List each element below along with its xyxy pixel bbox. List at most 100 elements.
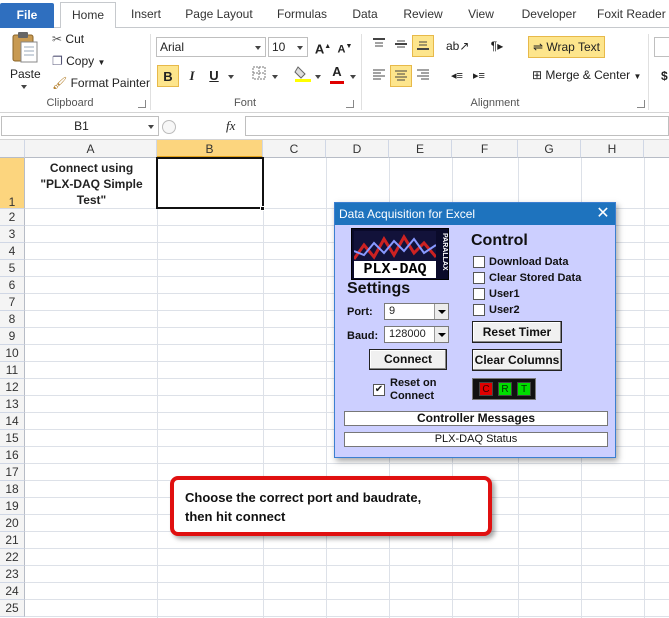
bold-button[interactable]: B bbox=[157, 65, 179, 87]
orientation-icon[interactable]: ab↗ bbox=[446, 35, 469, 57]
tab-developer[interactable]: Developer bbox=[518, 6, 580, 28]
tab-view[interactable]: View bbox=[464, 6, 498, 28]
user1-checkbox[interactable] bbox=[473, 288, 485, 300]
row-header[interactable]: 9 bbox=[0, 328, 25, 345]
align-left-icon[interactable] bbox=[368, 65, 390, 87]
clear-columns-button[interactable]: Clear Columns bbox=[472, 349, 562, 371]
format-painter-button[interactable]: 🖌 Format Painter bbox=[52, 76, 150, 90]
currency-button[interactable]: $ bbox=[661, 69, 668, 83]
insert-function-icon[interactable]: fx bbox=[226, 118, 235, 134]
column-header-h[interactable]: H bbox=[581, 140, 644, 158]
row-header[interactable]: 4 bbox=[0, 243, 25, 260]
row-header[interactable]: 22 bbox=[0, 549, 25, 566]
user2-checkbox[interactable] bbox=[473, 304, 485, 316]
text-direction-icon[interactable]: ¶▸ bbox=[486, 35, 508, 57]
row-header[interactable]: 21 bbox=[0, 532, 25, 549]
column-header-f[interactable]: F bbox=[452, 140, 518, 158]
tab-review[interactable]: Review bbox=[400, 6, 446, 28]
reset-on-connect-checkbox[interactable]: ✔ bbox=[373, 384, 385, 396]
row-header[interactable]: 10 bbox=[0, 345, 25, 362]
row-header[interactable]: 6 bbox=[0, 277, 25, 294]
fill-color-icon[interactable] bbox=[292, 63, 314, 85]
row-header[interactable]: 15 bbox=[0, 430, 25, 447]
row-header[interactable]: 14 bbox=[0, 413, 25, 430]
font-size-box[interactable]: 10 bbox=[268, 37, 308, 57]
download-data-checkbox[interactable] bbox=[473, 256, 485, 268]
decrease-indent-icon[interactable]: ◂≡ bbox=[446, 65, 468, 87]
align-right-icon[interactable] bbox=[412, 65, 434, 87]
paste-dropdown-icon[interactable] bbox=[21, 85, 27, 89]
clipboard-launcher-icon[interactable] bbox=[138, 100, 146, 108]
align-center-icon[interactable] bbox=[390, 65, 412, 87]
row-header[interactable]: 12 bbox=[0, 379, 25, 396]
shrink-font-icon[interactable]: A▼ bbox=[334, 36, 356, 58]
underline-dropdown-icon[interactable] bbox=[228, 75, 234, 79]
paste-button[interactable]: Paste bbox=[10, 67, 41, 81]
cell-a1-line: Test" bbox=[76, 193, 107, 207]
row-header[interactable]: 20 bbox=[0, 515, 25, 532]
select-all-corner[interactable] bbox=[0, 140, 25, 158]
row-header[interactable]: 5 bbox=[0, 260, 25, 277]
port-select[interactable]: 9 bbox=[384, 303, 449, 320]
row-header[interactable]: 23 bbox=[0, 566, 25, 583]
cell-b1-selected[interactable] bbox=[156, 157, 264, 209]
number-format-box[interactable] bbox=[654, 37, 669, 57]
fill-color-dropdown-icon[interactable] bbox=[315, 75, 321, 79]
grow-font-icon[interactable]: A▲ bbox=[312, 36, 334, 58]
tab-home[interactable]: Home bbox=[60, 2, 116, 29]
row-header[interactable]: 19 bbox=[0, 498, 25, 515]
tab-foxit-reader[interactable]: Foxit Reader bbox=[597, 6, 669, 28]
tab-data[interactable]: Data bbox=[347, 6, 383, 28]
row-header[interactable]: 7 bbox=[0, 294, 25, 311]
font-color-dropdown-icon[interactable] bbox=[350, 75, 356, 79]
cell-a1[interactable]: Connect using "PLX-DAQ Simple Test" bbox=[26, 159, 157, 209]
paste-icon[interactable] bbox=[8, 31, 40, 65]
column-header-c[interactable]: C bbox=[263, 140, 326, 158]
row-header[interactable]: 2 bbox=[0, 209, 25, 226]
baud-select[interactable]: 128000 bbox=[384, 326, 449, 343]
wrap-text-button[interactable]: ⇌ Wrap Text bbox=[528, 36, 605, 58]
row-header[interactable]: 16 bbox=[0, 447, 25, 464]
italic-button[interactable]: I bbox=[181, 65, 203, 87]
cut-button[interactable]: ✂ Cut bbox=[52, 32, 84, 46]
middle-align-icon[interactable] bbox=[390, 35, 412, 57]
borders-dropdown-icon[interactable] bbox=[272, 75, 278, 79]
underline-button[interactable]: U bbox=[203, 65, 225, 87]
merge-center-button[interactable]: ⊞ Merge & Center ▼ bbox=[532, 68, 641, 82]
column-header-e[interactable]: E bbox=[389, 140, 452, 158]
row-header[interactable]: 8 bbox=[0, 311, 25, 328]
clear-stored-data-checkbox[interactable] bbox=[473, 272, 485, 284]
tab-formulas[interactable]: Formulas bbox=[272, 6, 332, 28]
row-header[interactable]: 1 bbox=[0, 158, 25, 209]
row-header[interactable]: 17 bbox=[0, 464, 25, 481]
row-header[interactable]: 18 bbox=[0, 481, 25, 498]
column-header-g[interactable]: G bbox=[518, 140, 581, 158]
bottom-align-icon[interactable] bbox=[412, 35, 434, 57]
font-color-icon[interactable]: A bbox=[326, 63, 348, 85]
reset-timer-button[interactable]: Reset Timer bbox=[472, 321, 562, 343]
row-header[interactable]: 25 bbox=[0, 600, 25, 617]
increase-indent-icon[interactable]: ▸≡ bbox=[468, 65, 490, 87]
column-header-a[interactable]: A bbox=[25, 140, 157, 158]
fill-handle[interactable] bbox=[260, 206, 265, 211]
font-launcher-icon[interactable] bbox=[346, 100, 354, 108]
tab-file[interactable]: File bbox=[0, 3, 54, 28]
row-header[interactable]: 11 bbox=[0, 362, 25, 379]
formula-input[interactable] bbox=[245, 116, 669, 136]
font-name-box[interactable]: Arial bbox=[156, 37, 266, 57]
top-align-icon[interactable] bbox=[368, 35, 390, 57]
copy-button[interactable]: ❐ Copy ▼ bbox=[52, 54, 105, 68]
connect-button[interactable]: Connect bbox=[369, 349, 447, 370]
tab-page-layout[interactable]: Page Layout bbox=[183, 6, 255, 28]
column-header-d[interactable]: D bbox=[326, 140, 389, 158]
name-box[interactable]: B1 bbox=[1, 116, 159, 136]
row-header[interactable]: 24 bbox=[0, 583, 25, 600]
column-header-b[interactable]: B bbox=[157, 140, 263, 158]
alignment-launcher-icon[interactable] bbox=[637, 100, 645, 108]
port-dropdown-icon bbox=[434, 304, 448, 319]
close-icon[interactable]: ✕ bbox=[595, 206, 611, 222]
row-header[interactable]: 3 bbox=[0, 226, 25, 243]
tab-insert[interactable]: Insert bbox=[126, 6, 166, 28]
borders-icon[interactable] bbox=[248, 65, 270, 87]
row-header[interactable]: 13 bbox=[0, 396, 25, 413]
